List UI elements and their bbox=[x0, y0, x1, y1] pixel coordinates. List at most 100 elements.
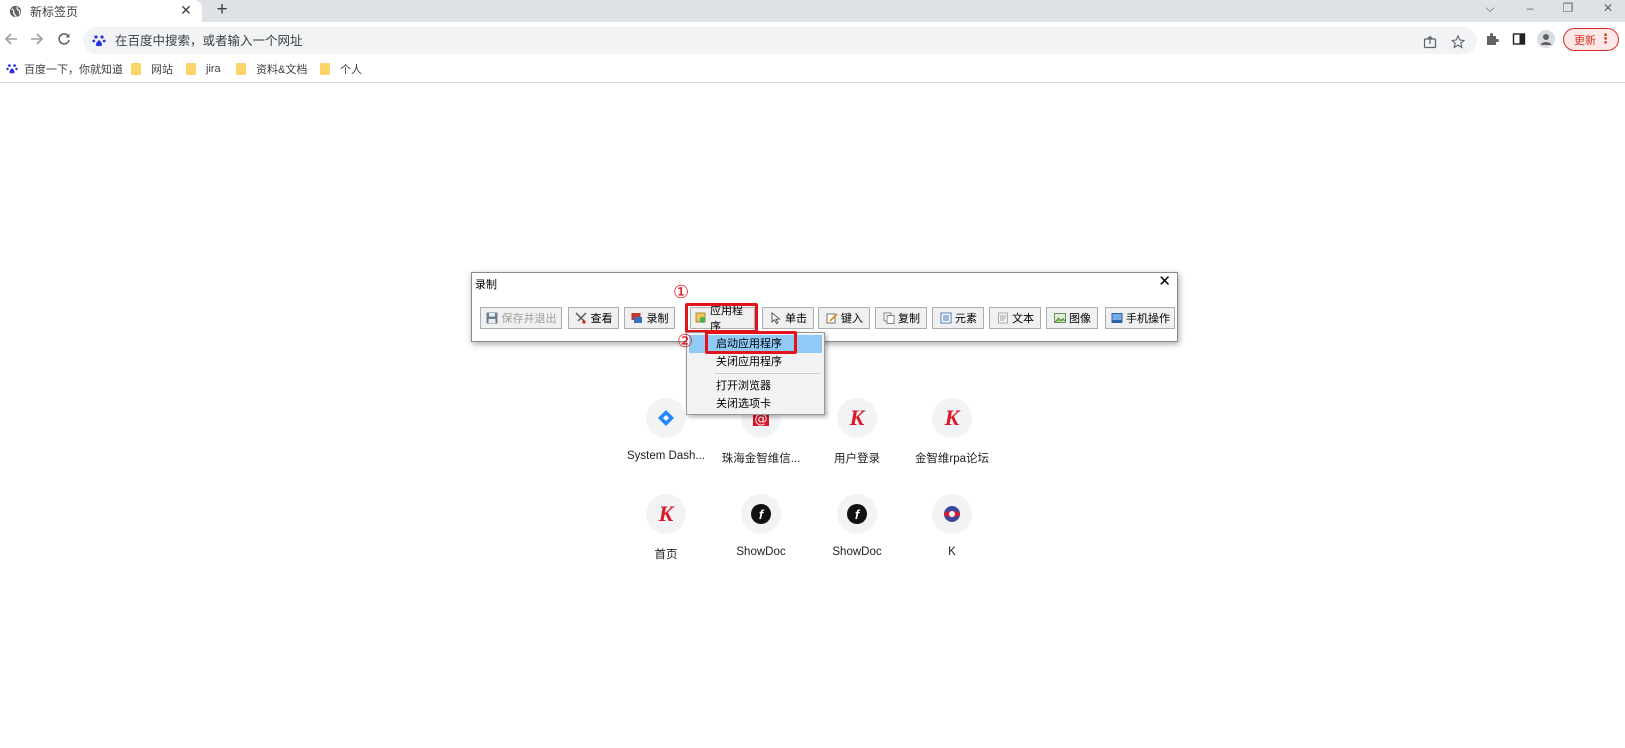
update-button[interactable]: 更新 ⋮ bbox=[1563, 28, 1619, 51]
tab-close-icon[interactable]: ✕ bbox=[178, 2, 194, 19]
folder-icon bbox=[186, 63, 196, 75]
address-bar[interactable] bbox=[83, 27, 1477, 54]
button-label: 图像 bbox=[1069, 313, 1091, 325]
phone-icon bbox=[1110, 312, 1123, 325]
menu-item-close-app[interactable]: 关闭应用程序 bbox=[689, 353, 822, 371]
save-exit-button[interactable]: 保存并退出 bbox=[480, 307, 562, 329]
button-label: 文本 bbox=[1012, 313, 1034, 325]
reload-icon bbox=[58, 33, 70, 45]
new-tab-button[interactable]: + bbox=[212, 0, 232, 20]
restore-button[interactable]: ❐ bbox=[1558, 0, 1578, 18]
shortcut-tile[interactable]: f ShowDoc bbox=[812, 494, 902, 578]
shortcut-label: ShowDoc bbox=[736, 546, 786, 558]
text-button[interactable]: 文本 bbox=[989, 307, 1041, 329]
bookmark-folder[interactable]: 网站 bbox=[131, 60, 173, 78]
dialog-close-icon[interactable]: ✕ bbox=[1158, 274, 1171, 290]
bookmark-label: 网站 bbox=[151, 64, 173, 76]
button-label: 复制 bbox=[898, 313, 920, 325]
shortcut-icon-bg bbox=[646, 398, 686, 438]
shortcut-icon-bg: K bbox=[837, 398, 877, 438]
bookmark-star-icon[interactable] bbox=[1449, 33, 1467, 51]
button-label: 键入 bbox=[841, 313, 863, 325]
bookmark-folder[interactable]: 个人 bbox=[320, 60, 362, 78]
k-logo-icon: K bbox=[944, 405, 960, 430]
tab-new-tab[interactable]: 新标签页 ✕ bbox=[0, 0, 202, 22]
shortcut-tile[interactable]: K 首页 bbox=[621, 494, 711, 578]
close-window-button[interactable]: ✕ bbox=[1598, 0, 1618, 18]
button-label: 手机操作 bbox=[1126, 313, 1170, 325]
shortcut-icon-bg: K bbox=[646, 494, 686, 534]
reload-button[interactable] bbox=[53, 28, 75, 50]
shortcut-tile[interactable]: K 用户登录 bbox=[812, 398, 902, 482]
back-button[interactable] bbox=[0, 28, 22, 50]
element-icon bbox=[939, 312, 952, 325]
image-button[interactable]: 图像 bbox=[1046, 307, 1098, 329]
view-button[interactable]: 查看 bbox=[568, 307, 619, 329]
menu-separator bbox=[715, 373, 820, 374]
phone-operation-button[interactable]: 手机操作 bbox=[1105, 307, 1175, 329]
shortcut-label: K bbox=[948, 546, 956, 558]
image-icon bbox=[1053, 312, 1066, 325]
more-menu-icon[interactable]: ⋮ bbox=[1599, 32, 1612, 46]
shortcut-tile[interactable]: K bbox=[907, 494, 997, 578]
extensions-icon[interactable] bbox=[1483, 30, 1501, 48]
menu-item-close-tab[interactable]: 关闭选项卡 bbox=[689, 395, 822, 413]
save-icon bbox=[486, 312, 499, 325]
shortcut-label: 金智维rpa论坛 bbox=[914, 453, 990, 465]
bookmark-label: jira bbox=[206, 63, 221, 75]
element-button[interactable]: 元素 bbox=[932, 307, 984, 329]
forward-button[interactable] bbox=[26, 28, 48, 50]
profile-avatar-icon[interactable] bbox=[1537, 30, 1555, 48]
jira-diamond-icon bbox=[658, 410, 674, 426]
step-2-marker: ② bbox=[677, 331, 694, 352]
view-icon bbox=[575, 312, 588, 325]
menu-item-open-browser[interactable]: 打开浏览器 bbox=[689, 377, 822, 395]
folder-icon bbox=[131, 63, 141, 75]
shortcut-tile[interactable]: f ShowDoc bbox=[716, 494, 806, 578]
showdoc-icon: f bbox=[751, 504, 771, 524]
type-button[interactable]: 键入 bbox=[818, 307, 870, 329]
k-circle-icon bbox=[944, 506, 960, 522]
shortcut-icon-bg: f bbox=[741, 494, 781, 534]
shortcut-label: 珠海金智维信... bbox=[721, 453, 801, 465]
minimize-button[interactable]: – bbox=[1520, 0, 1540, 18]
type-icon bbox=[825, 312, 838, 325]
copy-icon bbox=[882, 312, 895, 325]
folder-icon bbox=[236, 63, 246, 75]
share-icon[interactable] bbox=[1421, 33, 1439, 51]
bookmark-folder[interactable]: jira bbox=[186, 60, 221, 78]
tab-title: 新标签页 bbox=[30, 4, 79, 19]
showdoc-icon: f bbox=[847, 504, 867, 524]
click-button[interactable]: 单击 bbox=[762, 307, 814, 329]
omnibox-input[interactable] bbox=[113, 32, 1313, 49]
browser-toolbar: 更新 ⋮ bbox=[0, 22, 1625, 56]
shortcut-label: 用户登录 bbox=[834, 453, 880, 465]
step-1-marker: ① bbox=[673, 282, 690, 303]
shortcut-icon-bg bbox=[932, 494, 972, 534]
k-logo-icon: K bbox=[658, 501, 674, 526]
folder-icon bbox=[320, 63, 330, 75]
bookmark-label: 个人 bbox=[340, 64, 362, 76]
shortcut-label: 首页 bbox=[654, 549, 678, 561]
copy-button[interactable]: 复制 bbox=[875, 307, 927, 329]
arrow-right-icon bbox=[31, 33, 44, 45]
tab-search-icon[interactable]: ⌵ bbox=[1480, 0, 1500, 18]
baidu-icon bbox=[6, 63, 18, 75]
bookmark-item[interactable]: 百度一下，你就知道 bbox=[6, 60, 123, 78]
record-button[interactable]: 录制 bbox=[624, 307, 675, 329]
shortcut-tile[interactable]: K 金智维rpa论坛 bbox=[907, 398, 997, 482]
tab-strip: 新标签页 ✕ + ⌵ – ❐ ✕ bbox=[0, 0, 1625, 22]
shortcut-label: ShowDoc bbox=[832, 546, 882, 558]
cursor-icon bbox=[769, 312, 782, 325]
button-label: 元素 bbox=[955, 313, 977, 325]
button-label: 录制 bbox=[646, 313, 669, 325]
bookmark-folder[interactable]: 资料&文档 bbox=[236, 60, 307, 78]
side-panel-icon[interactable] bbox=[1510, 30, 1528, 48]
k-logo-icon: K bbox=[849, 405, 865, 430]
dialog-title: 录制 bbox=[475, 279, 497, 291]
globe-icon bbox=[8, 4, 22, 18]
record-icon bbox=[631, 312, 644, 325]
bookmark-label: 百度一下，你就知道 bbox=[24, 64, 123, 76]
baidu-paw-icon bbox=[91, 33, 107, 49]
shortcut-icon-bg: f bbox=[837, 494, 877, 534]
